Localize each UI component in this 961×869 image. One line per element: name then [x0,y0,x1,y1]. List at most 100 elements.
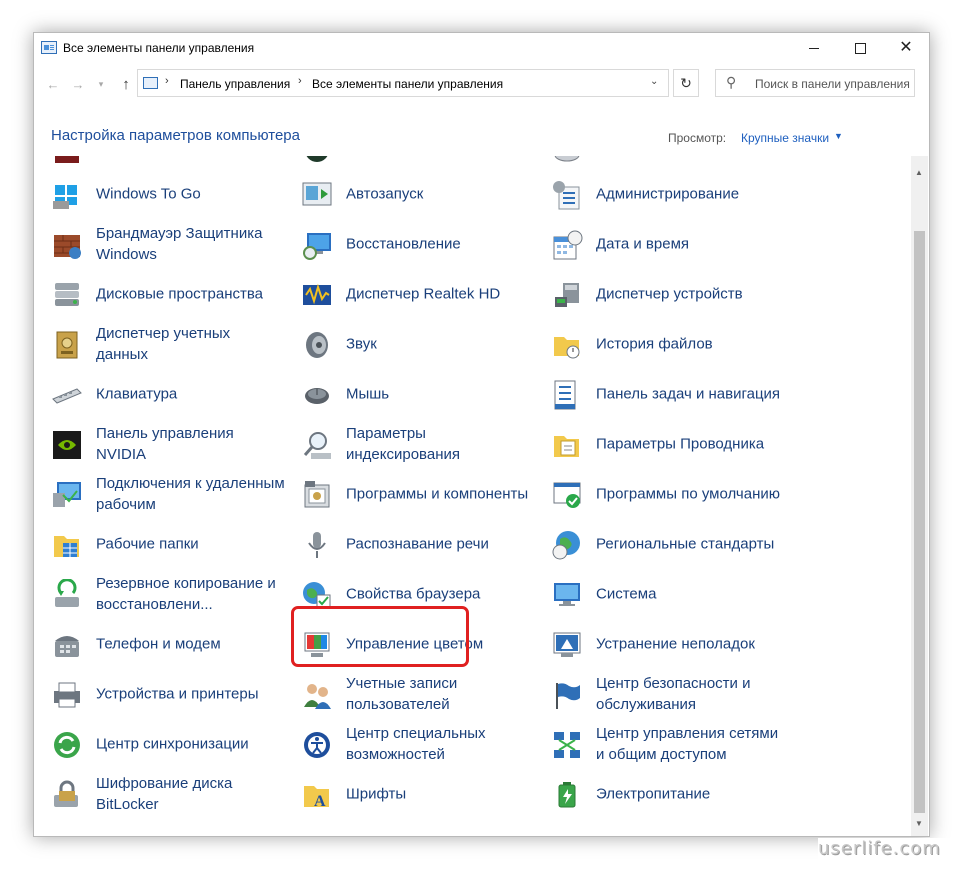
item-label[interactable]: Центр безопасности и обслуживания [596,673,786,715]
minimize-button[interactable] [791,33,837,63]
item-label[interactable]: Центр специальных возможностей [346,723,536,765]
list-item[interactable]: Центр управления сетями и общим доступом [534,721,779,767]
breadcrumb-separator-icon[interactable]: › [165,75,169,87]
item-label[interactable]: Мышь [346,384,536,405]
list-item[interactable] [284,156,529,172]
breadcrumb-separator-icon[interactable]: › [298,75,302,87]
list-item[interactable]: Подключения к удаленным рабочим [34,471,285,517]
address-bar[interactable]: › Панель управления › Все элементы панел… [137,69,669,97]
maximize-button[interactable] [837,33,883,63]
item-label[interactable]: Параметры индексирования [346,423,536,465]
list-item[interactable]: Программы по умолчанию [534,471,780,517]
item-label[interactable]: Электропитание [596,784,786,805]
item-label[interactable]: Диспетчер устройств [596,284,786,305]
list-item[interactable]: Автозапуск [284,171,529,217]
list-item[interactable]: Телефон и модем [34,621,279,667]
item-label[interactable]: Свойства браузера [346,584,536,605]
up-button[interactable]: ↑ [116,76,136,93]
list-item[interactable]: Учетные записи пользователей [284,671,529,717]
item-label[interactable]: Устранение неполадок [596,634,786,655]
item-label[interactable]: Восстановление [346,234,536,255]
item-label[interactable]: Брандмауэр Защитника Windows [96,223,286,265]
refresh-button[interactable]: ↻ [673,69,699,97]
item-label[interactable]: Подключения к удаленным рабочим [96,473,286,515]
item-label[interactable]: Дисковые пространства [96,284,286,305]
item-label[interactable]: История файлов [596,334,786,355]
item-label[interactable]: Система [596,584,786,605]
list-item[interactable]: Мышь [284,371,529,417]
list-item[interactable]: Панель управления NVIDIA [34,421,279,467]
item-label[interactable]: Шифрование диска BitLocker [96,773,286,815]
vertical-scrollbar[interactable]: ▲ ▼ [911,156,928,836]
item-label[interactable]: Дата и время [596,234,786,255]
list-item[interactable]: Дата и время [534,221,779,267]
chevron-down-icon[interactable]: ▼ [834,131,843,141]
list-item[interactable]: Параметры индексирования [284,421,529,467]
scroll-down-icon[interactable]: ▼ [915,819,923,828]
item-label[interactable]: Устройства и принтеры [96,684,286,705]
title-bar[interactable]: Все элементы панели управления ✕ [34,33,929,63]
item-label[interactable]: Автозапуск [346,184,536,205]
item-label[interactable]: Панель управления NVIDIA [96,423,286,465]
item-label[interactable]: Шрифты [346,784,536,805]
list-item[interactable]: Звук [284,321,529,367]
item-label[interactable]: Учетные записи пользователей [346,673,536,715]
list-item[interactable]: Резервное копирование и восстановлени... [34,571,279,617]
item-label[interactable]: Распознавание речи [346,534,536,555]
list-item[interactable]: Диспетчер Realtek HD [284,271,529,317]
list-item[interactable]: Устройства и принтеры [34,671,279,717]
list-item[interactable]: Программы и компоненты [284,471,529,517]
item-label[interactable]: Резервное копирование и восстановлени... [96,573,286,615]
list-item[interactable]: Система [534,571,779,617]
item-label[interactable]: Звук [346,334,536,355]
item-label[interactable]: Клавиатура [96,384,286,405]
scrollbar-thumb[interactable] [914,231,925,813]
list-item[interactable]: Администрирование [534,171,779,217]
recent-locations-button[interactable]: ▾ [91,76,111,92]
list-item[interactable]: Windows To Go [34,171,279,217]
list-item[interactable]: Региональные стандарты [534,521,779,567]
list-item[interactable]: Параметры Проводника [534,421,779,467]
item-label[interactable]: Программы по умолчанию [596,484,786,505]
close-button[interactable]: ✕ [883,33,929,63]
list-item[interactable]: Шифрование диска BitLocker [34,771,279,817]
list-item[interactable]: Брандмауэр Защитника Windows [34,221,279,267]
breadcrumb-control-panel[interactable]: Панель управления [180,77,290,91]
list-item[interactable]: Центр специальных возможностей [284,721,529,767]
list-item[interactable]: Клавиатура [34,371,279,417]
item-label[interactable]: Windows To Go [96,184,286,205]
list-item[interactable] [34,156,279,172]
list-item[interactable]: Диспетчер устройств [534,271,779,317]
breadcrumb-all-items[interactable]: Все элементы панели управления [312,77,503,91]
list-item[interactable]: Панель задач и навигация [534,371,780,417]
item-label[interactable]: Параметры Проводника [596,434,786,455]
forward-button[interactable]: → [68,76,88,92]
item-label[interactable]: Администрирование [596,184,786,205]
item-label[interactable]: Телефон и модем [96,634,286,655]
list-item[interactable]: Устранение неполадок [534,621,779,667]
view-by-dropdown[interactable]: Крупные значки [741,131,829,145]
list-item[interactable]: Электропитание [534,771,779,817]
list-item[interactable]: Центр синхронизации [34,721,279,767]
scroll-up-icon[interactable]: ▲ [915,168,923,177]
chevron-down-icon[interactable]: ⌄ [650,76,658,87]
item-label[interactable]: Панель задач и навигация [596,384,786,405]
list-item[interactable]: История файлов [534,321,779,367]
item-label[interactable]: Региональные стандарты [596,534,786,555]
item-label[interactable]: Рабочие папки [96,534,286,555]
list-item[interactable]: Восстановление [284,221,529,267]
list-item[interactable]: Диспетчер учетных данных [34,321,279,367]
item-label[interactable]: Диспетчер Realtek HD [346,284,536,305]
back-button[interactable]: ← [43,76,63,92]
list-item[interactable]: A Шрифты [284,771,529,817]
list-item[interactable]: Центр безопасности и обслуживания [534,671,779,717]
list-item[interactable] [534,156,779,172]
item-label[interactable]: Центр синхронизации [96,734,286,755]
list-item[interactable]: Распознавание речи [284,521,529,567]
item-label[interactable]: Программы и компоненты [346,484,536,505]
search-input[interactable]: ⚲ Поиск в панели управления [715,69,915,97]
item-label[interactable]: Центр управления сетями и общим доступом [596,723,786,765]
item-label[interactable]: Диспетчер учетных данных [96,323,286,365]
list-item[interactable]: Дисковые пространства [34,271,279,317]
list-item[interactable]: Рабочие папки [34,521,279,567]
